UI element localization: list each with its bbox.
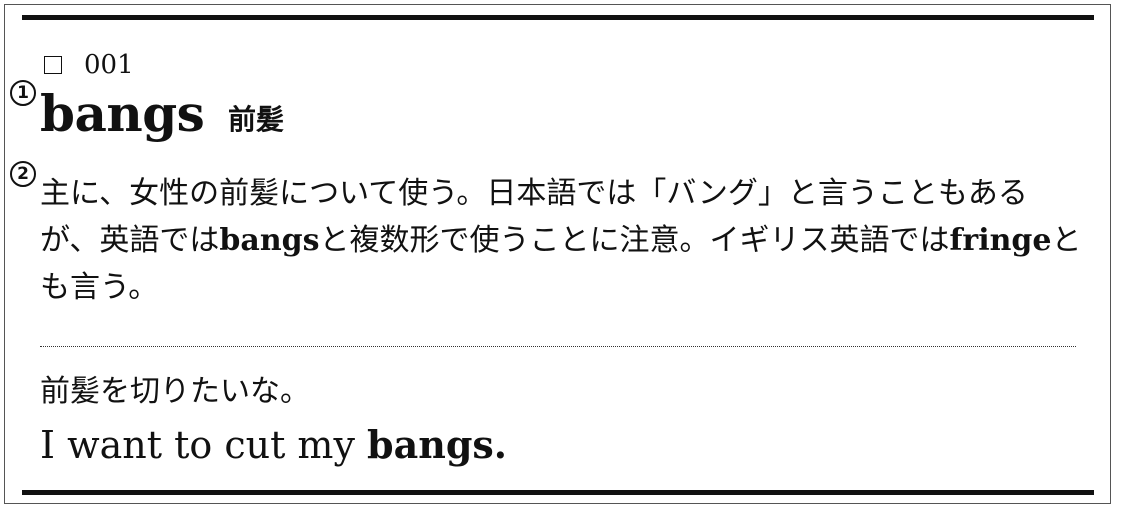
headword: bangs	[40, 84, 205, 143]
japanese-gloss: 前髪	[228, 103, 285, 136]
explanation-term-bangs: bangs	[219, 223, 320, 258]
marker-1: 1	[10, 80, 36, 106]
study-checkbox[interactable]	[44, 56, 62, 74]
example-english-text: I want to cut my	[40, 423, 368, 467]
example-english: I want to cut my bangs.	[40, 421, 507, 469]
marker-2: 2	[10, 161, 36, 187]
explanation-term-fringe: fringe	[949, 223, 1052, 258]
example-english-bold: bangs.	[367, 422, 508, 467]
entry-number: 001	[84, 50, 134, 80]
dotted-divider	[40, 346, 1076, 347]
usage-explanation: 主に、女性の前髪について使う。日本語では「バング」と言うこともあるが、英語ではb…	[40, 170, 1085, 311]
explanation-text: と複数形で使うことに注意。イギリス英語では	[319, 223, 950, 258]
top-rule	[22, 15, 1094, 20]
example-japanese: 前髪を切りたいな。	[40, 374, 310, 409]
bottom-rule	[22, 490, 1094, 495]
